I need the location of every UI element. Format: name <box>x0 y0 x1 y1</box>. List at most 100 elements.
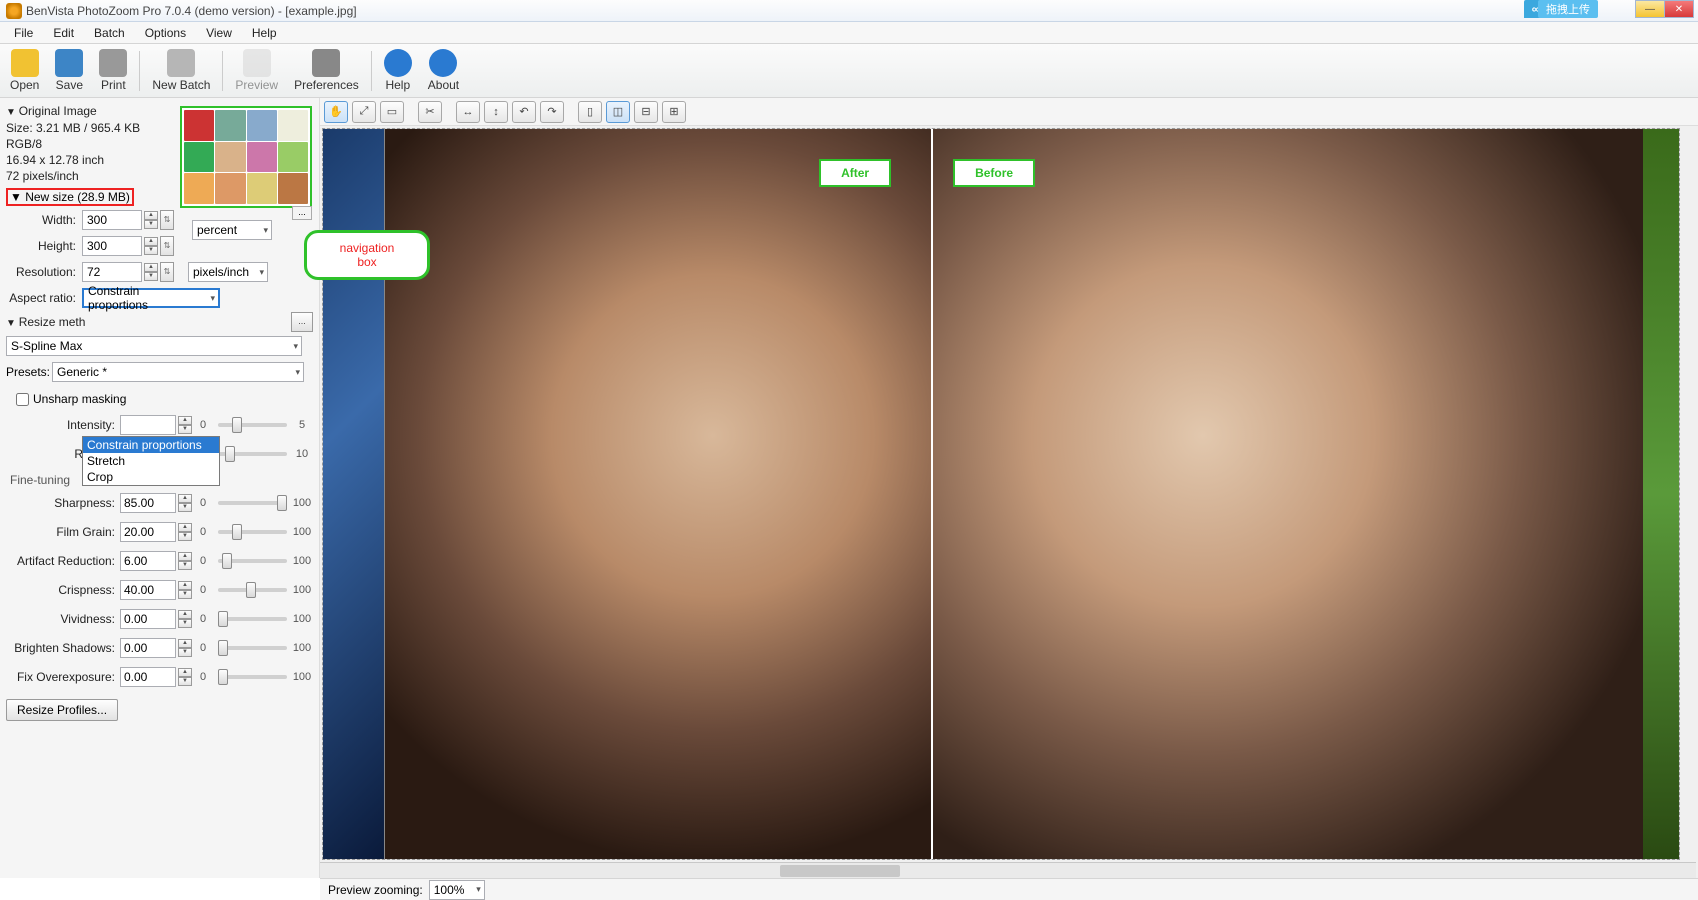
height-input[interactable] <box>82 236 142 256</box>
height-spinner[interactable]: ▲▼ <box>144 237 158 255</box>
ft-min: 0 <box>192 642 214 654</box>
intensity-spinner[interactable]: ▲▼ <box>178 416 192 434</box>
fit-width-icon[interactable]: ↔ <box>456 101 480 123</box>
ft-slider[interactable] <box>218 675 287 679</box>
radius-slider[interactable] <box>218 452 287 456</box>
ft-label: Film Grain: <box>6 525 120 539</box>
aspect-option[interactable]: Constrain proportions <box>83 437 219 453</box>
width-spinner[interactable]: ▲▼ <box>144 211 158 229</box>
aspect-option[interactable]: Crop <box>83 469 219 485</box>
menu-help[interactable]: Help <box>242 24 287 42</box>
ft-slider[interactable] <box>218 588 287 592</box>
about-button[interactable]: About <box>420 47 467 95</box>
preview-canvas[interactable]: After Before <box>320 126 1698 878</box>
image-strip-right <box>1643 129 1679 859</box>
status-bar: Preview zooming: 100% <box>320 878 1698 900</box>
toolbar-label: Print <box>101 78 126 92</box>
resize-method-header[interactable]: Resize meth <box>6 313 85 331</box>
new-size-header[interactable]: ▼ New size (28.9 MB) <box>6 188 134 206</box>
ft-slider[interactable] <box>218 530 287 534</box>
nav-more-button[interactable]: ... <box>292 206 312 220</box>
wh-unit-select[interactable]: percent <box>192 220 272 240</box>
resolution-lock-button[interactable]: ⇅ <box>160 262 174 282</box>
redo-icon[interactable]: ↷ <box>540 101 564 123</box>
menu-batch[interactable]: Batch <box>84 24 135 42</box>
preferences-icon <box>312 49 340 77</box>
open-icon <box>11 49 39 77</box>
ft-slider[interactable] <box>218 646 287 650</box>
ft-input[interactable] <box>120 580 176 600</box>
left-panel: Original Image Size: 3.21 MB / 965.4 KB … <box>0 98 320 878</box>
crop-icon[interactable]: ✂ <box>418 101 442 123</box>
menu-options[interactable]: Options <box>135 24 196 42</box>
ft-label: Artifact Reduction: <box>6 554 120 568</box>
resolution-spinner[interactable]: ▲▼ <box>144 263 158 281</box>
preview-zoom-select[interactable]: 100% <box>429 880 485 900</box>
resize-method-more-button[interactable]: ... <box>291 312 313 332</box>
intensity-slider[interactable] <box>218 423 287 427</box>
navigation-thumbnail[interactable]: ... <box>180 106 312 208</box>
ft-label: Crispness: <box>6 583 120 597</box>
ft-spinner[interactable]: ▲▼ <box>178 552 192 570</box>
width-lock-button[interactable]: ⇅ <box>160 210 174 230</box>
width-input[interactable] <box>82 210 142 230</box>
unsharp-checkbox[interactable]: Unsharp masking <box>16 392 126 406</box>
intensity-input[interactable] <box>120 415 176 435</box>
select-tool-icon[interactable]: ▭ <box>380 101 404 123</box>
aspect-option[interactable]: Stretch <box>83 453 219 469</box>
resolution-input[interactable] <box>82 262 142 282</box>
view-quad-icon[interactable]: ⊞ <box>662 101 686 123</box>
resolution-unit-select[interactable]: pixels/inch <box>188 262 268 282</box>
pan-tool-icon[interactable]: ✋ <box>324 101 348 123</box>
height-lock-button[interactable]: ⇅ <box>160 236 174 256</box>
menu-file[interactable]: File <box>4 24 43 42</box>
view-split-h-icon[interactable]: ⊟ <box>634 101 658 123</box>
about-icon <box>429 49 457 77</box>
close-button[interactable]: ✕ <box>1664 0 1694 18</box>
resolution-label: Resolution: <box>6 265 82 279</box>
ft-input[interactable] <box>120 638 176 658</box>
resize-profiles-button[interactable]: Resize Profiles... <box>6 699 118 721</box>
save-button[interactable]: Save <box>47 47 91 95</box>
undo-icon[interactable]: ↶ <box>512 101 536 123</box>
view-single-icon[interactable]: ▯ <box>578 101 602 123</box>
ft-input[interactable] <box>120 609 176 629</box>
zoom-tool-icon[interactable]: ⤢ <box>352 101 376 123</box>
resize-method-select[interactable]: S-Spline Max <box>6 336 302 356</box>
preview-button[interactable]: Preview <box>227 47 286 95</box>
ft-slider[interactable] <box>218 617 287 621</box>
ft-spinner[interactable]: ▲▼ <box>178 494 192 512</box>
menu-edit[interactable]: Edit <box>43 24 84 42</box>
ft-input[interactable] <box>120 522 176 542</box>
minimize-button[interactable]: — <box>1635 0 1665 18</box>
ft-spinner[interactable]: ▲▼ <box>178 668 192 686</box>
upload-badge[interactable]: 拖拽上传 <box>1538 0 1598 18</box>
fit-height-icon[interactable]: ↕ <box>484 101 508 123</box>
preview-toolbar: ✋⤢▭ ✂ ↔↕↶↷ ▯◫⊟⊞ <box>320 98 1698 126</box>
open-button[interactable]: Open <box>2 47 47 95</box>
ft-spinner[interactable]: ▲▼ <box>178 610 192 628</box>
menu-view[interactable]: View <box>196 24 242 42</box>
ft-max: 100 <box>291 526 313 538</box>
ft-slider[interactable] <box>218 559 287 563</box>
view-split-v-icon[interactable]: ◫ <box>606 101 630 123</box>
new-batch-button[interactable]: New Batch <box>144 47 218 95</box>
help-button[interactable]: Help <box>376 47 420 95</box>
aspect-ratio-select[interactable]: Constrain proportions <box>82 288 220 308</box>
ft-min: 0 <box>192 526 214 538</box>
presets-select[interactable]: Generic * <box>52 362 304 382</box>
ft-spinner[interactable]: ▲▼ <box>178 581 192 599</box>
ft-slider[interactable] <box>218 501 287 505</box>
ft-spinner[interactable]: ▲▼ <box>178 639 192 657</box>
ft-max: 100 <box>291 642 313 654</box>
preferences-button[interactable]: Preferences <box>286 47 367 95</box>
ft-min: 0 <box>192 497 214 509</box>
ft-spinner[interactable]: ▲▼ <box>178 523 192 541</box>
preview-icon <box>243 49 271 77</box>
ft-max: 100 <box>291 613 313 625</box>
print-button[interactable]: Print <box>91 47 135 95</box>
horizontal-scrollbar[interactable] <box>320 862 1696 878</box>
ft-input[interactable] <box>120 667 176 687</box>
ft-input[interactable] <box>120 493 176 513</box>
ft-input[interactable] <box>120 551 176 571</box>
